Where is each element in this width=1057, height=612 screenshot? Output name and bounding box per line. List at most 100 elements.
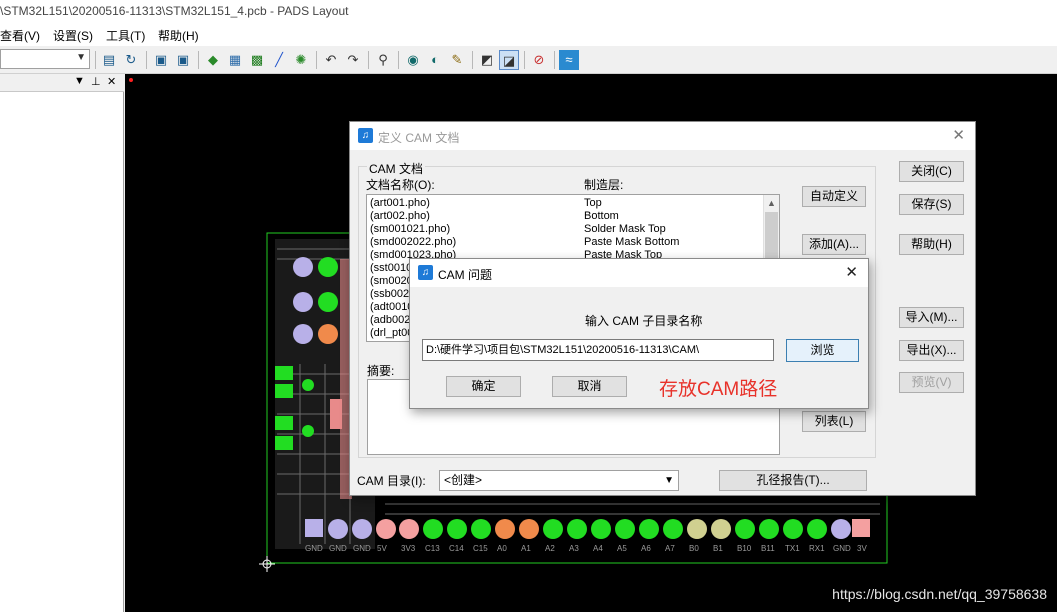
cam-question-dialog: ♫ CAM 问题 ✕ 输入 CAM 子目录名称 D:\硬件学习\项目包\STM3… xyxy=(409,258,869,409)
undo-icon[interactable]: ↶ xyxy=(321,50,341,70)
list-item[interactable]: (drl_pt00 xyxy=(370,327,413,340)
ok-button[interactable]: 确定 xyxy=(446,376,521,397)
view-icon[interactable]: ◉ xyxy=(403,50,423,70)
verify-icon[interactable]: ⊘ xyxy=(529,50,549,70)
header-pin-label: B0 xyxy=(689,544,699,553)
properties-icon[interactable]: ▤ xyxy=(99,50,119,70)
cam-dir-select[interactable]: <创建> ▼ xyxy=(439,470,679,491)
add-button[interactable]: 添加(A)... xyxy=(802,234,866,255)
close-button[interactable]: 关闭(C) xyxy=(899,161,964,182)
disk-icon[interactable]: ▣ xyxy=(151,50,171,70)
menu-tools[interactable]: 工具(T) xyxy=(106,27,145,44)
help-button[interactable]: 帮助(H) xyxy=(899,234,964,255)
header-pin-label: A7 xyxy=(665,544,675,553)
cam-dir-value: <创建> xyxy=(444,473,483,487)
component xyxy=(330,399,342,429)
chevron-down-icon: ▼ xyxy=(76,52,86,63)
export-button[interactable]: 导出(X)... xyxy=(899,340,964,361)
doc-layer: Paste Mask Bottom xyxy=(584,236,680,248)
redo-icon[interactable]: ↷ xyxy=(343,50,363,70)
menu-view[interactable]: 查看(V) xyxy=(0,27,40,44)
pad xyxy=(318,292,338,312)
drafting-icon[interactable]: ◩ xyxy=(477,50,497,70)
toolbar-separator xyxy=(524,51,525,69)
pad xyxy=(275,416,293,430)
scroll-up-icon[interactable]: ▲ xyxy=(764,195,779,211)
pads-icon: ♫ xyxy=(418,265,433,280)
chevron-down-icon: ▼ xyxy=(664,475,674,486)
pad xyxy=(318,257,338,277)
pad xyxy=(275,366,293,380)
header-pin-label: GND xyxy=(833,544,851,553)
cancel-button[interactable]: 取消 xyxy=(552,376,627,397)
list-item[interactable]: (sst0010 xyxy=(370,262,412,275)
list-item[interactable]: (art001.pho) Top xyxy=(370,197,602,210)
list-button[interactable]: 列表(L) xyxy=(802,411,866,432)
header-pin-label: C15 xyxy=(473,544,488,553)
browse-button[interactable]: 浏览 xyxy=(786,339,859,362)
layer-icon[interactable]: ◐ xyxy=(425,50,445,70)
auto-define-button[interactable]: 自动定义 xyxy=(802,186,866,207)
drill-report-button[interactable]: 孔径报告(T)... xyxy=(719,470,867,491)
toolbar: ▼ ▤ ↻ ▣ ▣ ◆ ▦ ▩ ╱ ✺ ↶ ↷ ⚲ ◉ ◐ ✎ ◩ ◪ ⊘ ≈ xyxy=(0,46,1057,74)
import-button[interactable]: 导入(M)... xyxy=(899,307,964,328)
layer-label: 制造层: xyxy=(584,178,624,192)
pad xyxy=(275,436,293,450)
dialog-title: 定义 CAM 文档 xyxy=(378,131,460,145)
list-item[interactable]: (sm0020 xyxy=(370,275,413,288)
header-pin-label: RX1 xyxy=(809,544,825,553)
brush-icon[interactable]: ✎ xyxy=(447,50,467,70)
pad xyxy=(293,292,313,312)
cam-subdir-input[interactable]: D:\硬件学习\项目包\STM32L151\20200516-11313\CAM… xyxy=(422,339,774,361)
toolbar-separator xyxy=(398,51,399,69)
project-explorer-panel: ▼ ⊥ ✕ xyxy=(0,74,124,612)
sketch-icon[interactable]: ◪ xyxy=(499,50,519,70)
doc-layer: Solder Mask Top xyxy=(584,223,666,235)
list-item[interactable]: (ssb002 xyxy=(370,288,409,301)
header-pin-label: C14 xyxy=(449,544,464,553)
component-icon[interactable]: ▩ xyxy=(247,50,267,70)
header-pin-label: C13 xyxy=(425,544,440,553)
list-item[interactable]: (adt0010 xyxy=(370,301,413,314)
trace-icon[interactable]: ╱ xyxy=(269,50,289,70)
close-icon[interactable]: ✕ xyxy=(845,263,858,281)
toolbar-layer-combo[interactable]: ▼ xyxy=(0,49,90,69)
doc-name: (art002.pho) xyxy=(370,210,430,222)
toolbar-separator xyxy=(198,51,199,69)
menu-help[interactable]: 帮助(H) xyxy=(158,27,199,44)
list-item[interactable]: (art002.pho) Bottom xyxy=(370,210,619,223)
header-pin-label: 5V xyxy=(377,544,387,553)
close-icon[interactable]: ✕ xyxy=(107,75,116,88)
grid-icon[interactable]: ▦ xyxy=(225,50,245,70)
header-pin-label: A3 xyxy=(569,544,579,553)
doc-name: (sst0010 xyxy=(370,262,413,274)
window-title-bar: \STM32L151\20200516-11313\STM32L151_4.pc… xyxy=(0,0,1057,24)
header-pin-label: GND xyxy=(305,544,323,553)
scroll-thumb[interactable] xyxy=(765,212,778,264)
toolbar-separator xyxy=(472,51,473,69)
panel-menu-icon[interactable]: ▼ xyxy=(74,75,85,87)
list-item[interactable]: (adb002 xyxy=(370,314,410,327)
menu-settings[interactable]: 设置(S) xyxy=(53,27,93,44)
zoom-icon[interactable]: ⚲ xyxy=(373,50,393,70)
list-item[interactable]: (smd002022.pho) Paste Mask Bottom xyxy=(370,236,679,249)
header-pads xyxy=(305,519,870,539)
disk-alt-icon[interactable]: ▣ xyxy=(173,50,193,70)
list-item[interactable]: (sm001021.pho) Solder Mask Top xyxy=(370,223,666,236)
header-pin-label: 3V3 xyxy=(401,544,416,553)
toolbar-separator xyxy=(146,51,147,69)
pin-icon[interactable]: ⊥ xyxy=(91,75,101,88)
header-pin-label: GND xyxy=(353,544,371,553)
toolbar-separator xyxy=(316,51,317,69)
doc-name: (ssb002 xyxy=(370,288,410,300)
close-icon[interactable]: ✕ xyxy=(952,126,965,144)
header-pin-label: A0 xyxy=(497,544,507,553)
save-button[interactable]: 保存(S) xyxy=(899,194,964,215)
header-pin-label: B1 xyxy=(713,544,723,553)
origin-marker xyxy=(129,78,133,82)
router-icon[interactable]: ≈ xyxy=(559,50,579,70)
via-icon[interactable]: ✺ xyxy=(291,50,311,70)
summary-label: 摘要: xyxy=(367,364,395,378)
route-icon[interactable]: ◆ xyxy=(203,50,223,70)
refresh-icon[interactable]: ↻ xyxy=(121,50,141,70)
